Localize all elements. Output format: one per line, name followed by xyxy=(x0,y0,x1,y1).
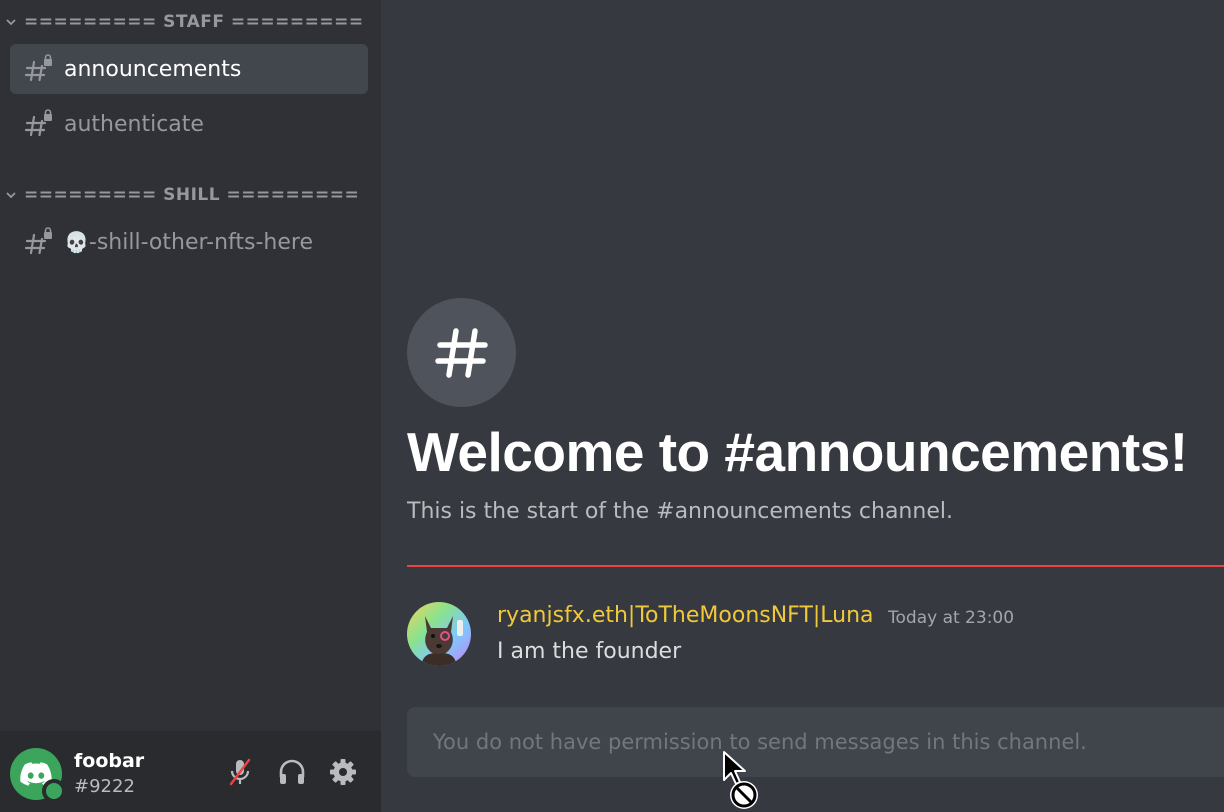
message-content: I am the founder xyxy=(497,639,682,664)
locked-channel-hash-icon xyxy=(24,109,54,139)
channel-label: authenticate xyxy=(64,111,204,137)
user-settings-button[interactable] xyxy=(327,756,359,788)
gear-icon xyxy=(330,759,356,785)
new-messages-divider xyxy=(407,565,1224,567)
avatar[interactable] xyxy=(10,748,66,803)
category-label: ========= STAFF ========= xyxy=(24,12,364,32)
channel-label: announcements xyxy=(64,56,242,82)
message-author-avatar[interactable] xyxy=(407,602,471,666)
channel-authenticate[interactable]: authenticate xyxy=(10,99,368,149)
user-panel: foobar #9222 xyxy=(0,731,381,812)
skull-emoji: 💀 xyxy=(64,230,89,254)
category-label: ========= SHILL ========= xyxy=(24,185,360,205)
channel-hash-badge xyxy=(407,298,516,407)
welcome-subtitle: This is the start of the #announcements … xyxy=(407,499,953,524)
category-staff[interactable]: ========= STAFF ========= xyxy=(4,10,364,34)
muted-microphone-icon xyxy=(229,758,251,786)
message-timestamp: Today at 23:00 xyxy=(888,608,1015,628)
channel-sidebar: ========= STAFF ========= announcements xyxy=(0,0,381,812)
welcome-title: Welcome to #announcements! xyxy=(407,421,1188,483)
user-discriminator: #9222 xyxy=(74,776,135,797)
message-author-name[interactable]: ryanjsfx.eth|ToTheMoonsNFT|Luna xyxy=(497,603,874,628)
channel-shill-other-nfts-here[interactable]: 💀 -shill-other-nfts-here xyxy=(10,217,368,267)
deafen-button[interactable] xyxy=(276,756,308,788)
category-shill[interactable]: ========= SHILL ========= xyxy=(4,183,359,207)
locked-channel-hash-icon xyxy=(24,54,54,84)
mute-button[interactable] xyxy=(224,756,256,788)
locked-channel-hash-icon xyxy=(24,227,54,257)
headphones-icon xyxy=(279,759,305,784)
channel-label: -shill-other-nfts-here xyxy=(88,229,313,255)
chat-area: Welcome to #announcements! This is the s… xyxy=(381,0,1224,812)
hash-icon xyxy=(434,327,488,378)
chevron-down-icon xyxy=(4,188,18,202)
not-allowed-cursor-icon xyxy=(723,751,758,809)
online-status-indicator xyxy=(42,779,66,803)
chevron-down-icon xyxy=(4,15,18,29)
message-input-disabled[interactable]: You do not have permission to send messa… xyxy=(407,707,1224,777)
username: foobar xyxy=(74,750,145,772)
channel-announcements[interactable]: announcements xyxy=(10,44,368,94)
